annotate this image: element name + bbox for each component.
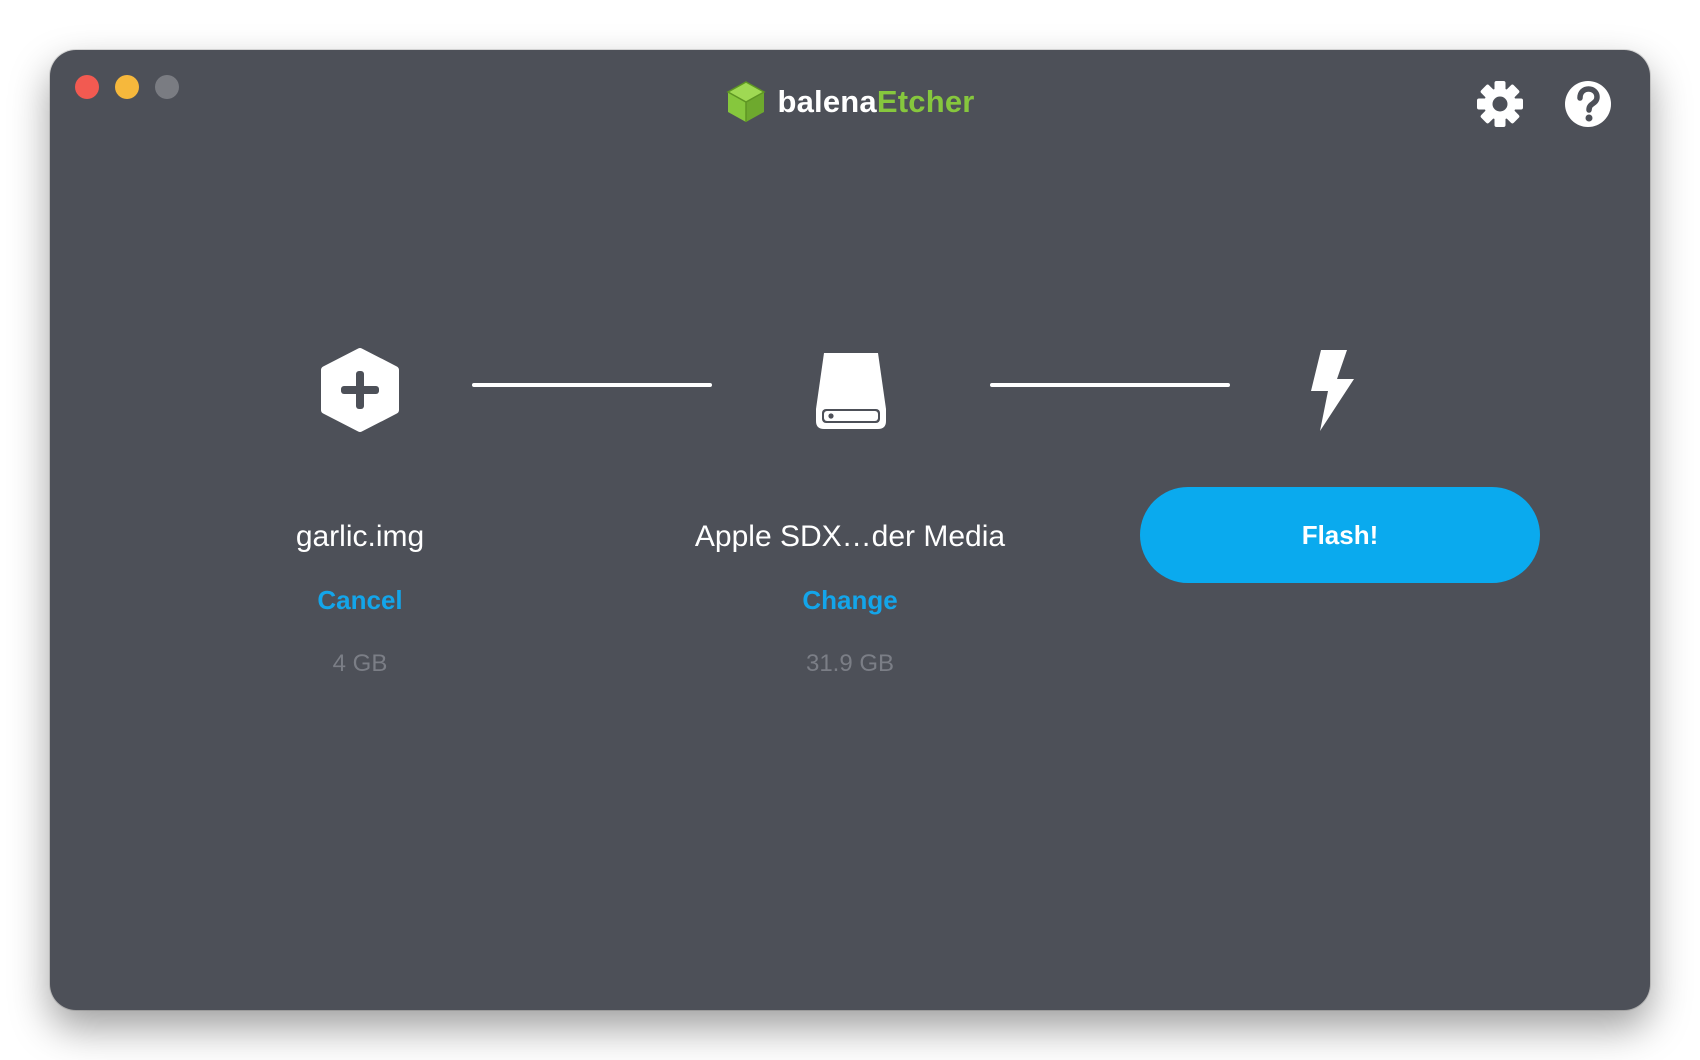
change-drive-link[interactable]: Change [650, 585, 1050, 616]
app-window: balenaEtcher garlic.img Cancel 4 GB Appl… [50, 50, 1650, 1010]
settings-button[interactable] [1474, 78, 1526, 130]
plus-hexagon-icon [321, 348, 399, 432]
drive-icon [816, 353, 886, 429]
app-logo: balenaEtcher [50, 80, 1650, 124]
step-connector-1 [472, 383, 712, 387]
question-icon [1565, 81, 1611, 127]
drive-size: 31.9 GB [805, 650, 895, 677]
flash-step-icon [1285, 345, 1375, 435]
cancel-image-link[interactable]: Cancel [160, 585, 560, 616]
app-title-part1: balena [777, 84, 877, 119]
select-image-button[interactable] [315, 345, 405, 435]
gear-icon [1477, 81, 1523, 127]
flash-button[interactable]: Flash! [1140, 487, 1540, 583]
step-connector-2 [990, 383, 1230, 387]
image-name: garlic.img [295, 520, 425, 553]
select-drive-button[interactable] [806, 345, 896, 435]
image-size: 4 GB [332, 650, 388, 677]
drive-name: Apple SDX…der Media [694, 520, 1006, 553]
app-title: balenaEtcher [777, 84, 974, 120]
help-button[interactable] [1562, 78, 1614, 130]
cube-icon [726, 81, 766, 122]
lightning-icon [1311, 350, 1354, 431]
app-title-part2: Etcher [876, 84, 975, 119]
